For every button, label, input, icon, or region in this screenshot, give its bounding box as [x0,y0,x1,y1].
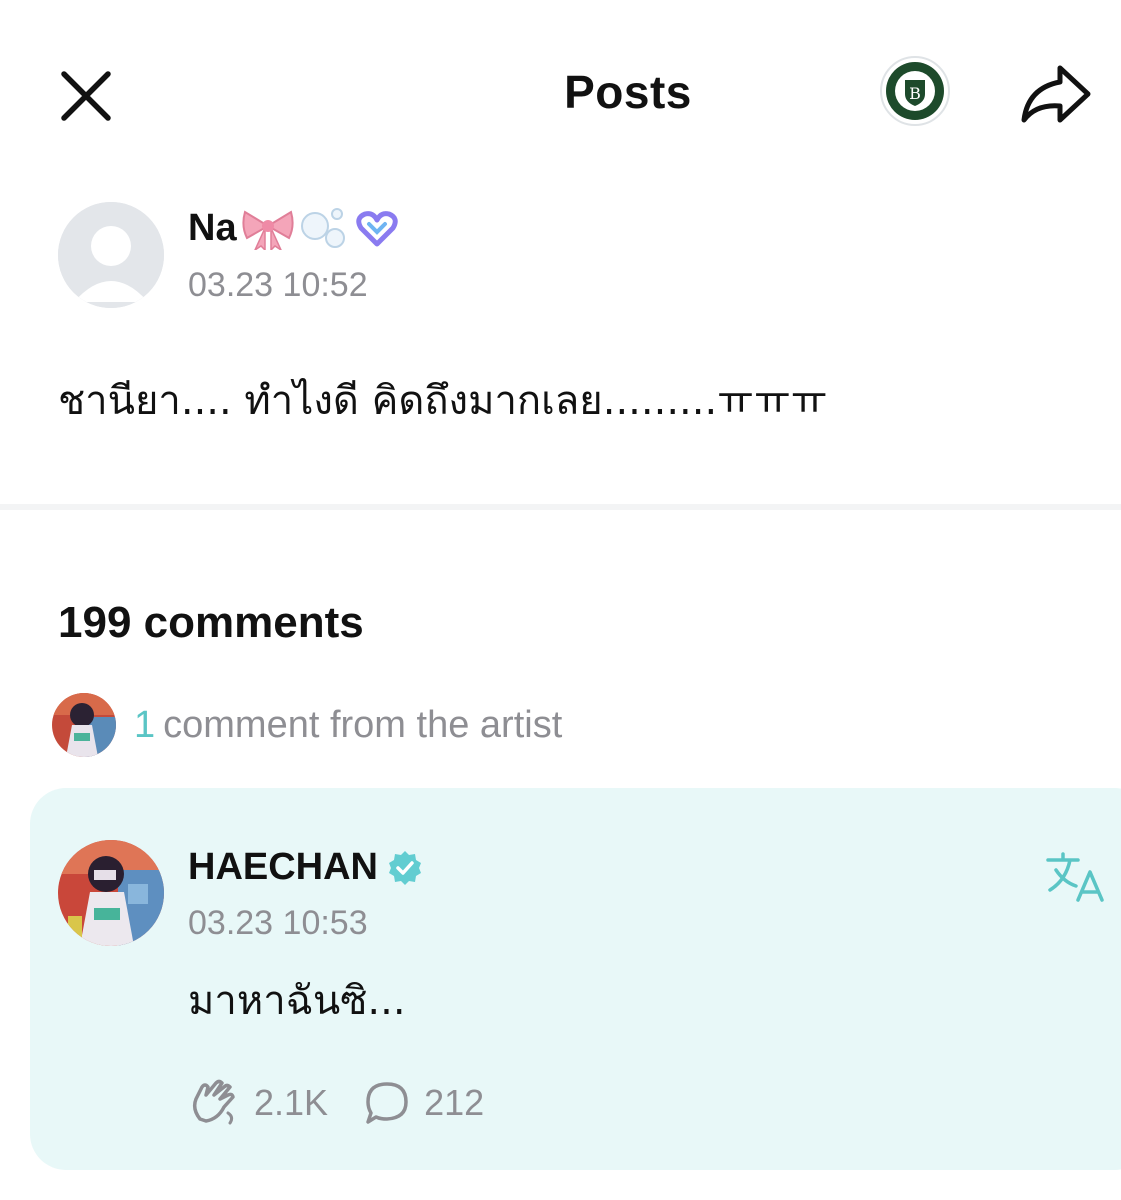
purple-heart-badge-icon [355,211,398,247]
artist-name[interactable]: HAECHAN [188,846,424,889]
share-icon [1021,65,1091,123]
author-decorations [241,206,399,250]
artist-name-text: HAECHAN [188,846,378,888]
artist-mini-avatar [52,693,116,757]
section-divider [0,504,1121,510]
svg-text:B: B [909,84,921,103]
artist-comments-text: 1 comment from the artist [134,704,562,747]
artist-comment-count: 1 [134,703,156,746]
page-title: Posts [564,66,692,118]
reply-count: 212 [424,1082,485,1123]
artist-comment-actions: 2.1K 212 [188,1078,520,1128]
ribbon-icon [241,210,294,250]
artist-comment-timestamp: 03.23 10:53 [188,904,368,942]
translate-icon [1046,852,1104,902]
reply-button[interactable]: 212 [364,1080,484,1126]
verified-badge-icon [389,850,421,885]
author-name[interactable]: Na [188,206,399,250]
like-button[interactable]: 2.1K [188,1079,328,1127]
top-bar: Posts B [0,40,1121,150]
community-badge-icon: B [880,56,950,126]
artist-comments-summary[interactable]: 1 comment from the artist [52,690,562,760]
community-badge-button[interactable]: B [880,56,950,126]
share-button[interactable] [1018,62,1094,128]
bubbles-icon [300,208,345,248]
translate-button[interactable] [1044,852,1108,904]
artist-comment-body: มาหาฉันซิ... [188,978,406,1024]
like-count: 2.1K [254,1082,329,1123]
status-bar-fragment [50,0,90,4]
author-name-text: Na [188,206,237,249]
post-timestamp: 03.23 10:52 [188,266,368,304]
comment-bubble-icon [366,1082,408,1124]
artist-comment-label: comment from the artist [163,703,563,746]
posts-page: Posts B Na 03.23 10:52 ชานียา.... ทำไงดี… [0,0,1121,1200]
artist-avatar[interactable] [58,840,164,946]
author-avatar[interactable] [58,202,164,308]
default-avatar-icon [58,202,164,308]
cheer-hand-icon [192,1079,235,1125]
post-body: ชานียา.... ทำไงดี คิดถึงมากเลย.........ㅠ… [58,378,828,424]
comments-count: 199 comments [58,598,364,647]
